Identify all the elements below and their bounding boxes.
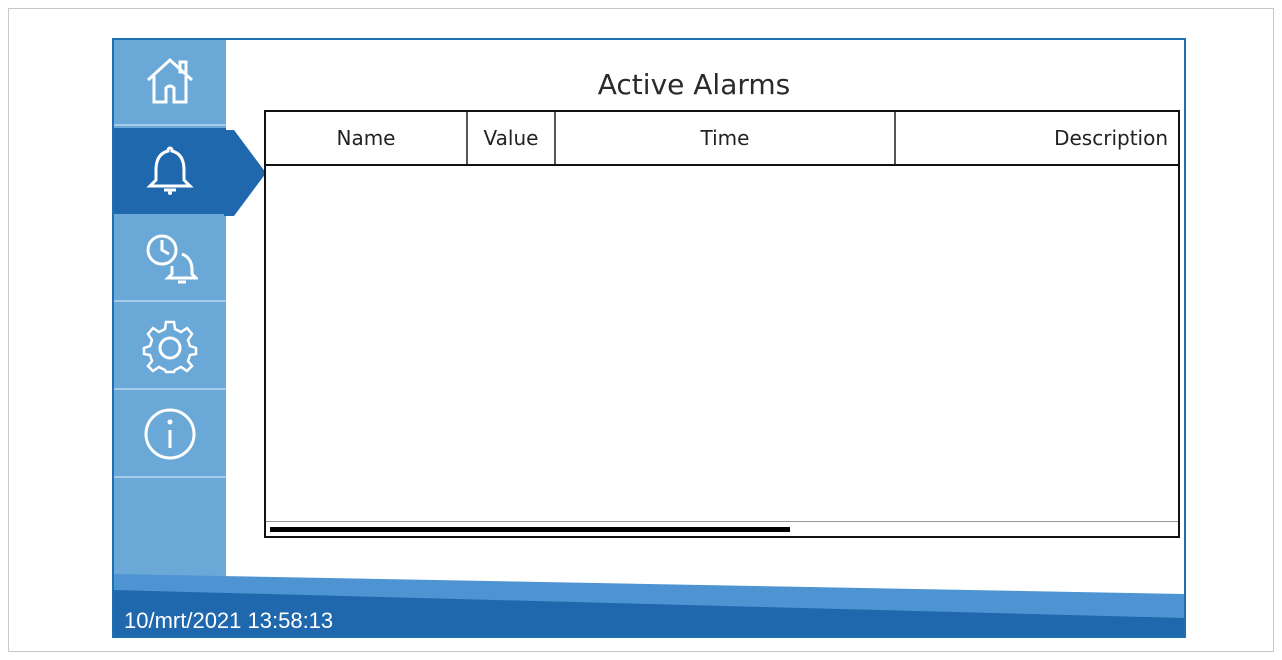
active-nav-indicator [224, 130, 266, 216]
table-header: Name Value Time Description [266, 112, 1178, 166]
scrollbar-thumb[interactable] [270, 527, 790, 532]
column-header-name[interactable]: Name [266, 112, 468, 164]
nav-alarms[interactable] [114, 128, 226, 214]
nav-info[interactable] [114, 392, 226, 478]
nav-home[interactable] [114, 40, 226, 126]
footer: 10/mrt/2021 13:58:13 [114, 546, 1184, 636]
nav-settings[interactable] [114, 304, 226, 390]
hmi-window: Active Alarms Name Value Time Descriptio… [112, 38, 1186, 638]
column-header-time[interactable]: Time [556, 112, 896, 164]
page-title: Active Alarms [597, 68, 791, 101]
column-header-value[interactable]: Value [468, 112, 556, 164]
bell-icon [146, 146, 194, 195]
alarm-table[interactable]: Name Value Time Description [264, 110, 1180, 538]
info-icon [144, 408, 196, 460]
gear-icon [142, 320, 198, 374]
column-header-description[interactable]: Description [896, 112, 1178, 164]
horizontal-scrollbar[interactable] [266, 521, 1178, 536]
datetime-display: 10/mrt/2021 13:58:13 [124, 608, 334, 633]
nav-alarm-history[interactable] [114, 216, 226, 302]
sidebar [114, 40, 226, 580]
alarm-history-icon [146, 234, 198, 284]
home-icon [146, 57, 194, 104]
